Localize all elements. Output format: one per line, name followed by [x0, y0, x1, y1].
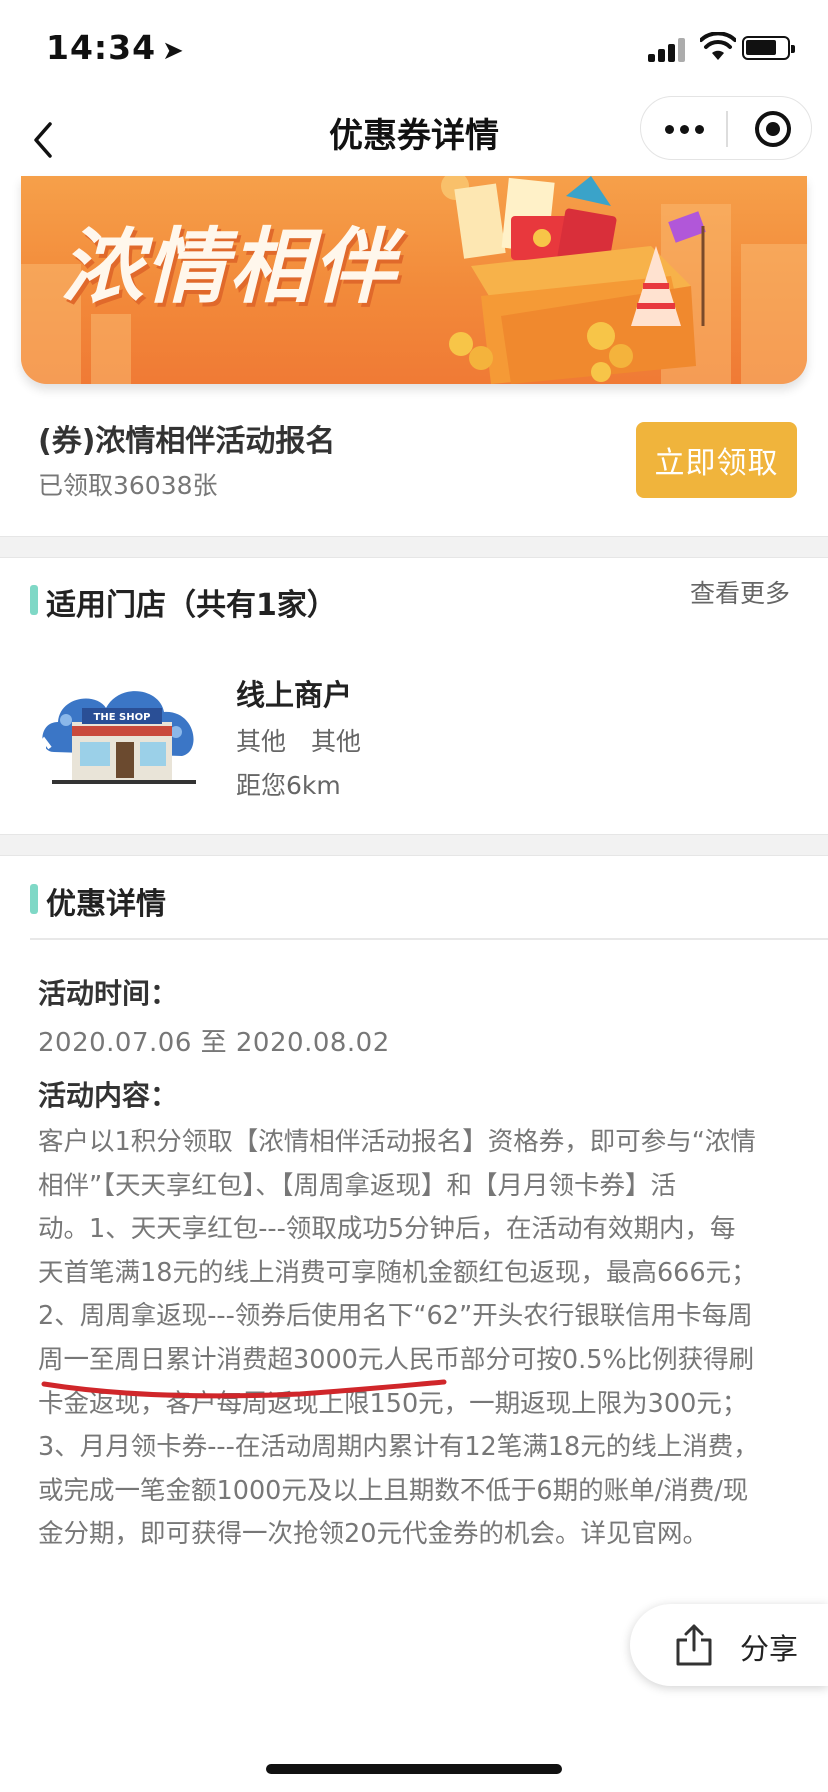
cellular-signal-icon — [648, 38, 688, 62]
wifi-icon — [700, 32, 736, 60]
activity-time-value: 2020.07.06 至 2020.08.02 — [38, 1028, 390, 1058]
gift-box-illustration — [441, 176, 706, 384]
shop-sign-text: THE SHOP — [94, 712, 151, 723]
store-distance: 距您6km — [236, 771, 341, 800]
share-button[interactable]: 分享 — [630, 1604, 828, 1686]
coupon-claimed-count: 已领取36038张 — [38, 471, 218, 500]
home-indicator — [266, 1764, 562, 1774]
content-line: 相伴”【天天享红包】、【周周拿返现】和【月月领卡券】活 — [38, 1170, 676, 1201]
status-time: 14:34 ➤ — [46, 28, 185, 67]
content-line: 2、周周拿返现---领券后使用名下“62”开头农行银联信用卡每周 — [38, 1301, 753, 1332]
content-line: 天首笔满18元的线上消费可享随机金额红包返现，最高666元； — [38, 1257, 757, 1288]
nav-bar: 优惠券详情 — [0, 96, 828, 180]
content-line: 3、月月领卡券---在活动周期内累计有12笔满18元的线上消费， — [38, 1432, 759, 1463]
content-line: 客户以1积分领取【浓情相伴活动报名】资格券，即可参与“浓情 — [38, 1127, 756, 1157]
content-line: 动。1、天天享红包---领取成功5分钟后，在活动有效期内，每 — [38, 1214, 736, 1245]
share-label: 分享 — [740, 1632, 799, 1666]
stores-section-title: 适用门店（共有1家） — [46, 588, 337, 623]
activity-content-text: 客户以1积分领取【浓情相伴活动报名】资格券，即可参与“浓情 相伴”【天天享红包】… — [38, 1121, 798, 1557]
shop-image[interactable]: THE SHOP — [36, 682, 204, 790]
more-dots-icon[interactable] — [641, 97, 727, 161]
battery-icon — [742, 36, 795, 60]
content-line: 或完成一笔金额1000元及以上且期数不低于6期的账单/消费/现 — [38, 1475, 749, 1506]
red-underline-annotation — [41, 1379, 447, 1399]
status-time-text: 14:34 — [46, 28, 157, 67]
capsule-divider — [726, 111, 728, 147]
location-arrow-icon: ➤ — [162, 36, 185, 66]
activity-time-label: 活动时间： — [38, 977, 179, 1010]
store-tags: 其他 其他 — [236, 727, 362, 756]
claim-now-button[interactable]: 立即领取 — [636, 422, 797, 498]
see-more-link[interactable]: 查看更多 — [690, 574, 790, 610]
banner-title: 浓情相伴 — [61, 220, 397, 315]
section-accent-bar — [30, 585, 38, 615]
status-bar: 14:34 ➤ — [0, 0, 828, 96]
details-section-title: 优惠详情 — [46, 887, 166, 922]
section-accent-bar — [30, 884, 38, 914]
share-icon — [676, 1624, 712, 1666]
miniprogram-close-icon[interactable] — [755, 111, 791, 147]
miniprogram-capsule — [640, 96, 812, 160]
content-line: 金分期，即可获得一次抢领20元代金券的机会。详见官网。 — [38, 1519, 708, 1550]
store-name[interactable]: 线上商户 — [236, 672, 352, 714]
divider — [30, 938, 828, 940]
coupon-name: (券)浓情相伴活动报名 — [38, 424, 336, 459]
section-separator — [0, 834, 828, 856]
coupon-banner: 浓情相伴 — [21, 176, 807, 384]
activity-content-label: 活动内容： — [38, 1079, 179, 1112]
section-separator — [0, 536, 828, 558]
